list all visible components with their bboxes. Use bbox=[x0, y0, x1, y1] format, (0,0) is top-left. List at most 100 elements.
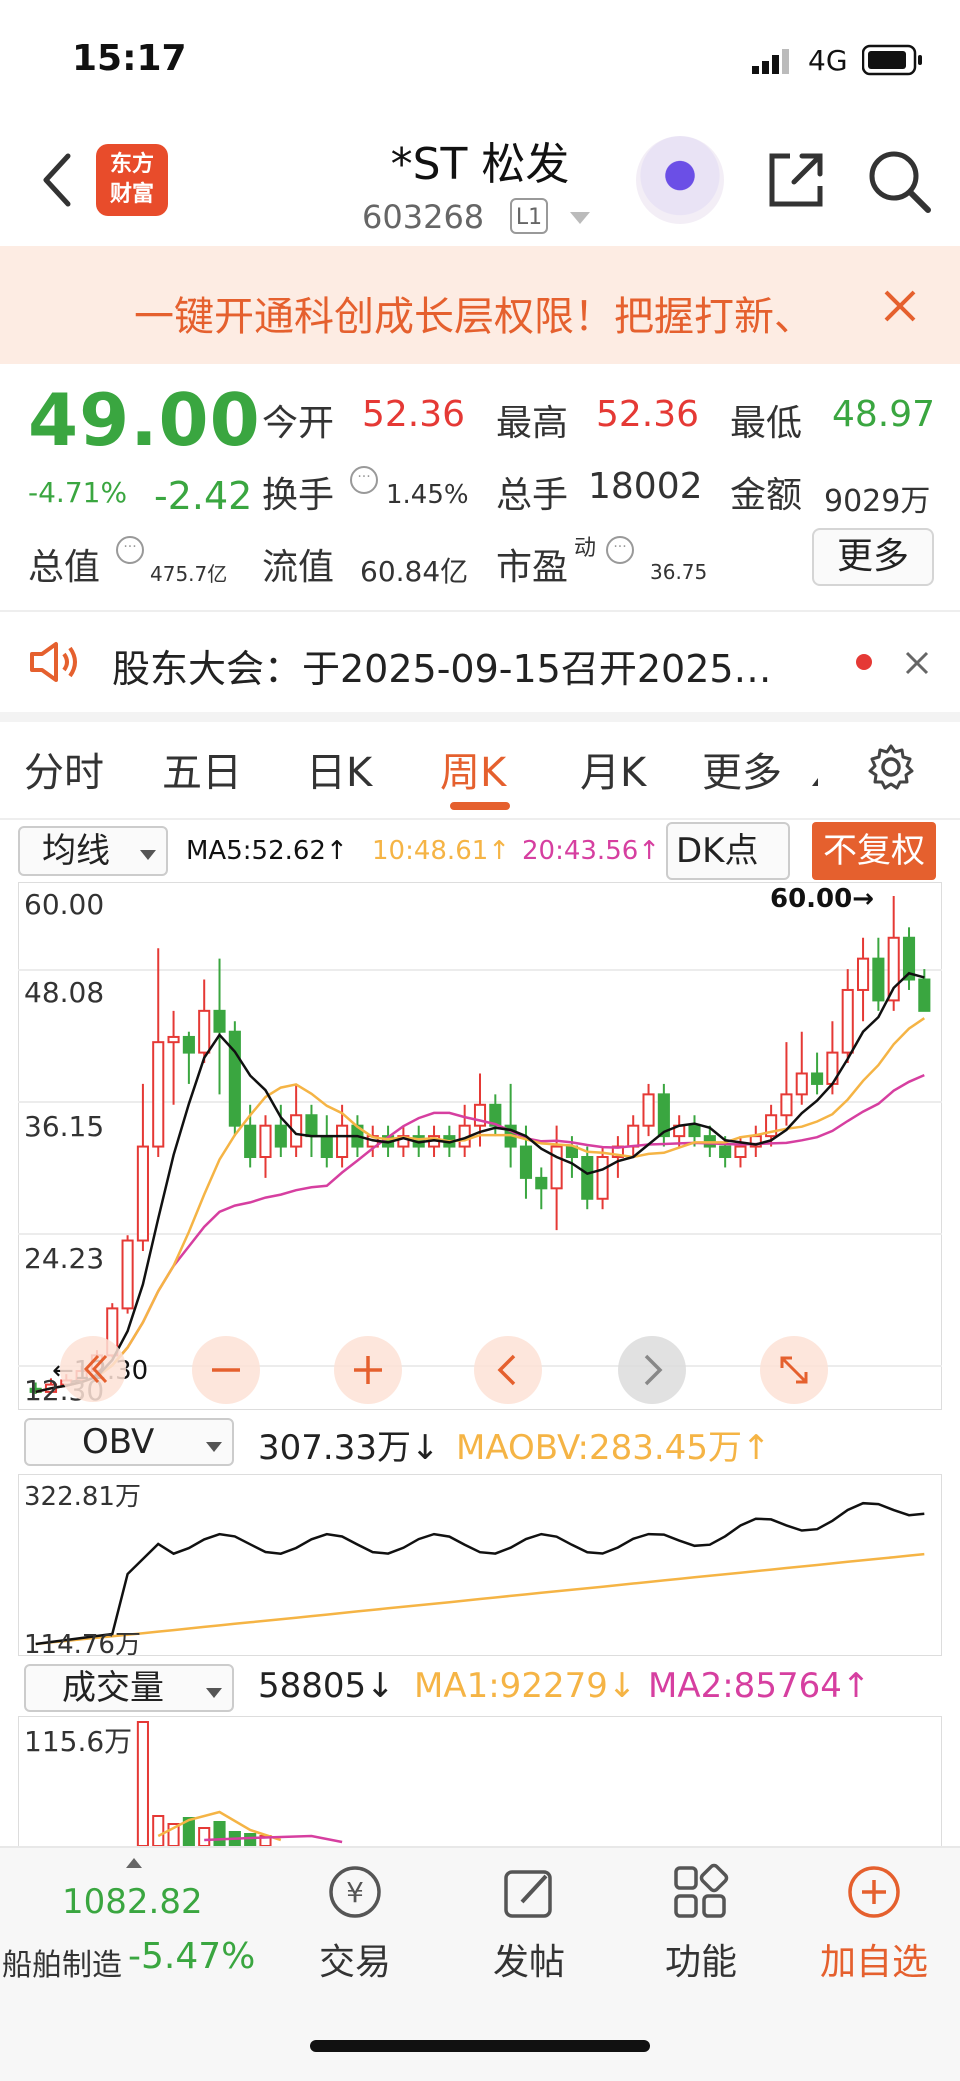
volume-bar bbox=[152, 1815, 165, 1846]
open-label: 今开 bbox=[262, 403, 335, 444]
close-icon[interactable] bbox=[880, 286, 920, 326]
maobv-line bbox=[35, 1552, 925, 1646]
zoom-in-button[interactable] bbox=[334, 1336, 402, 1404]
candle-body bbox=[320, 1135, 333, 1159]
grid-icon bbox=[674, 1863, 729, 1918]
post-button[interactable]: 发帖 bbox=[474, 1862, 584, 1985]
obv-value: 307.33万↓ bbox=[258, 1428, 440, 1468]
chevron-down-icon[interactable] bbox=[570, 212, 590, 224]
share-icon[interactable] bbox=[764, 148, 828, 212]
adjust-button[interactable]: 不复权 bbox=[812, 822, 936, 880]
volume-bar bbox=[198, 1827, 211, 1846]
market-cap-label: 总值 bbox=[28, 547, 101, 588]
candle-body bbox=[856, 957, 870, 991]
volume-value: 58805↓ bbox=[258, 1666, 395, 1706]
volume-ma1: MA1:92279↓ bbox=[414, 1666, 637, 1706]
candle-body bbox=[198, 1009, 211, 1054]
last-price: 49.00 bbox=[28, 378, 261, 462]
gear-icon[interactable] bbox=[866, 742, 916, 792]
functions-button[interactable]: 功能 bbox=[646, 1862, 756, 1985]
stock-code[interactable]: 603268 bbox=[362, 198, 484, 236]
back-icon[interactable] bbox=[36, 150, 80, 210]
network-label: 4G bbox=[808, 44, 848, 77]
max-price-label: 60.00→ bbox=[770, 884, 875, 914]
dk-select[interactable]: DK点 bbox=[666, 822, 790, 880]
volume-ma2: MA2:85764↑ bbox=[648, 1666, 871, 1706]
info-icon[interactable]: ··· bbox=[606, 536, 634, 564]
status-time: 15:17 bbox=[72, 38, 187, 79]
fullscreen-button[interactable] bbox=[760, 1336, 828, 1404]
candle-body bbox=[918, 978, 931, 1012]
candle-body bbox=[519, 1145, 533, 1179]
tab-daily-k[interactable]: 日K bbox=[306, 740, 372, 798]
tab-active-indicator bbox=[450, 802, 510, 810]
low-value: 48.97 bbox=[832, 394, 936, 435]
assistant-robot-icon[interactable] bbox=[636, 136, 724, 224]
tab-more[interactable]: 更多 bbox=[702, 740, 782, 798]
tab-intraday[interactable]: 分时 bbox=[24, 740, 104, 798]
pan-left-button[interactable] bbox=[474, 1336, 542, 1404]
y-tick: 36.15 bbox=[24, 1110, 105, 1143]
info-icon[interactable]: ··· bbox=[350, 466, 378, 494]
candle-body bbox=[244, 1124, 257, 1159]
obv-bottom-tick: 114.76万 bbox=[24, 1630, 141, 1660]
app-logo: 东方 财富 bbox=[96, 144, 168, 216]
pe-label: 市盈 bbox=[496, 547, 569, 588]
zoom-out-button[interactable] bbox=[192, 1336, 260, 1404]
left-end-button[interactable] bbox=[60, 1336, 126, 1402]
tab-monthly-k[interactable]: 月K bbox=[580, 740, 646, 798]
candle-body bbox=[535, 1176, 548, 1190]
close-icon[interactable] bbox=[904, 650, 930, 676]
divider bbox=[0, 818, 960, 820]
edit-icon bbox=[504, 1870, 552, 1918]
plus-circle-icon bbox=[848, 1866, 900, 1918]
sector-change[interactable]: -5.47% bbox=[128, 1936, 255, 1977]
y-tick: 48.08 bbox=[24, 976, 105, 1009]
candle-body bbox=[336, 1124, 349, 1159]
candle-body bbox=[872, 957, 885, 1002]
candle-body bbox=[841, 988, 854, 1054]
pe-value: 36.75 bbox=[650, 560, 708, 584]
high-label: 最高 bbox=[496, 403, 569, 444]
obv-select[interactable]: OBV bbox=[24, 1418, 234, 1466]
candlestick-chart[interactable] bbox=[18, 882, 942, 1410]
candle-body bbox=[152, 1041, 165, 1148]
volume-bar bbox=[244, 1833, 257, 1846]
home-indicator bbox=[310, 2040, 650, 2052]
trade-button[interactable]: ¥ 交易 bbox=[300, 1862, 410, 1985]
promo-banner-text[interactable]: 一键开通科创成长层权限！把握打新、 bbox=[134, 284, 824, 342]
candle-body bbox=[228, 1030, 241, 1127]
ma5-readout: MA5:52.62↑ bbox=[186, 836, 348, 866]
volume-label: 总手 bbox=[496, 475, 569, 516]
y-tick: 24.23 bbox=[24, 1242, 105, 1275]
sector-index-value[interactable]: 1082.82 bbox=[62, 1882, 203, 1922]
chart-frame bbox=[18, 1474, 942, 1656]
sector-name[interactable]: 船舶制造 bbox=[2, 1940, 122, 1984]
expand-up-icon[interactable] bbox=[126, 1858, 142, 1868]
add-watchlist-button[interactable]: 加自选 bbox=[812, 1862, 936, 1985]
level-badge: L1 bbox=[510, 198, 548, 234]
signal-icon bbox=[752, 48, 796, 74]
info-icon[interactable]: ··· bbox=[116, 536, 144, 564]
open-value: 52.36 bbox=[362, 394, 466, 435]
indicator-select[interactable]: 均线 bbox=[18, 826, 168, 876]
more-button[interactable]: 更多 bbox=[812, 528, 934, 586]
amount-value: 9029万 bbox=[824, 484, 931, 519]
search-icon[interactable] bbox=[866, 148, 932, 214]
candle-body bbox=[795, 1072, 808, 1096]
notice-text[interactable]: 股东大会：于2025-09-15召开2025… bbox=[112, 638, 812, 693]
volume-bar bbox=[136, 1721, 149, 1846]
candle-body bbox=[719, 1145, 732, 1159]
battery-icon bbox=[861, 44, 924, 76]
volume-select[interactable]: 成交量 bbox=[24, 1664, 234, 1712]
float-cap-label: 流值 bbox=[262, 547, 335, 588]
pan-right-button[interactable] bbox=[618, 1336, 686, 1404]
tab-weekly-k[interactable]: 周K bbox=[440, 740, 506, 798]
speaker-icon bbox=[28, 640, 84, 684]
ma20-readout: 20:43.56↑ bbox=[522, 836, 661, 866]
tab-five-day[interactable]: 五日 bbox=[162, 740, 242, 798]
svg-text:¥: ¥ bbox=[346, 1876, 364, 1909]
obv-top-tick: 322.81万 bbox=[24, 1482, 141, 1512]
float-cap-value: 60.84亿 bbox=[360, 555, 469, 588]
ma10-readout: 10:48.61↑ bbox=[372, 836, 511, 866]
